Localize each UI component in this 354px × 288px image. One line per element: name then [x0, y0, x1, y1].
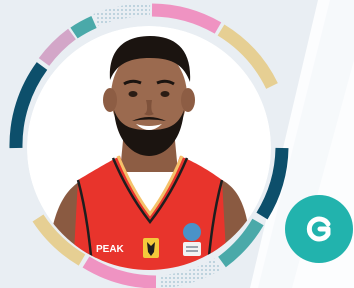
eagle-crest-icon [143, 238, 159, 258]
g-letter-icon [306, 216, 331, 242]
logo-badge[interactable] [285, 195, 353, 263]
jersey-brand-text: PEAK [96, 244, 125, 255]
